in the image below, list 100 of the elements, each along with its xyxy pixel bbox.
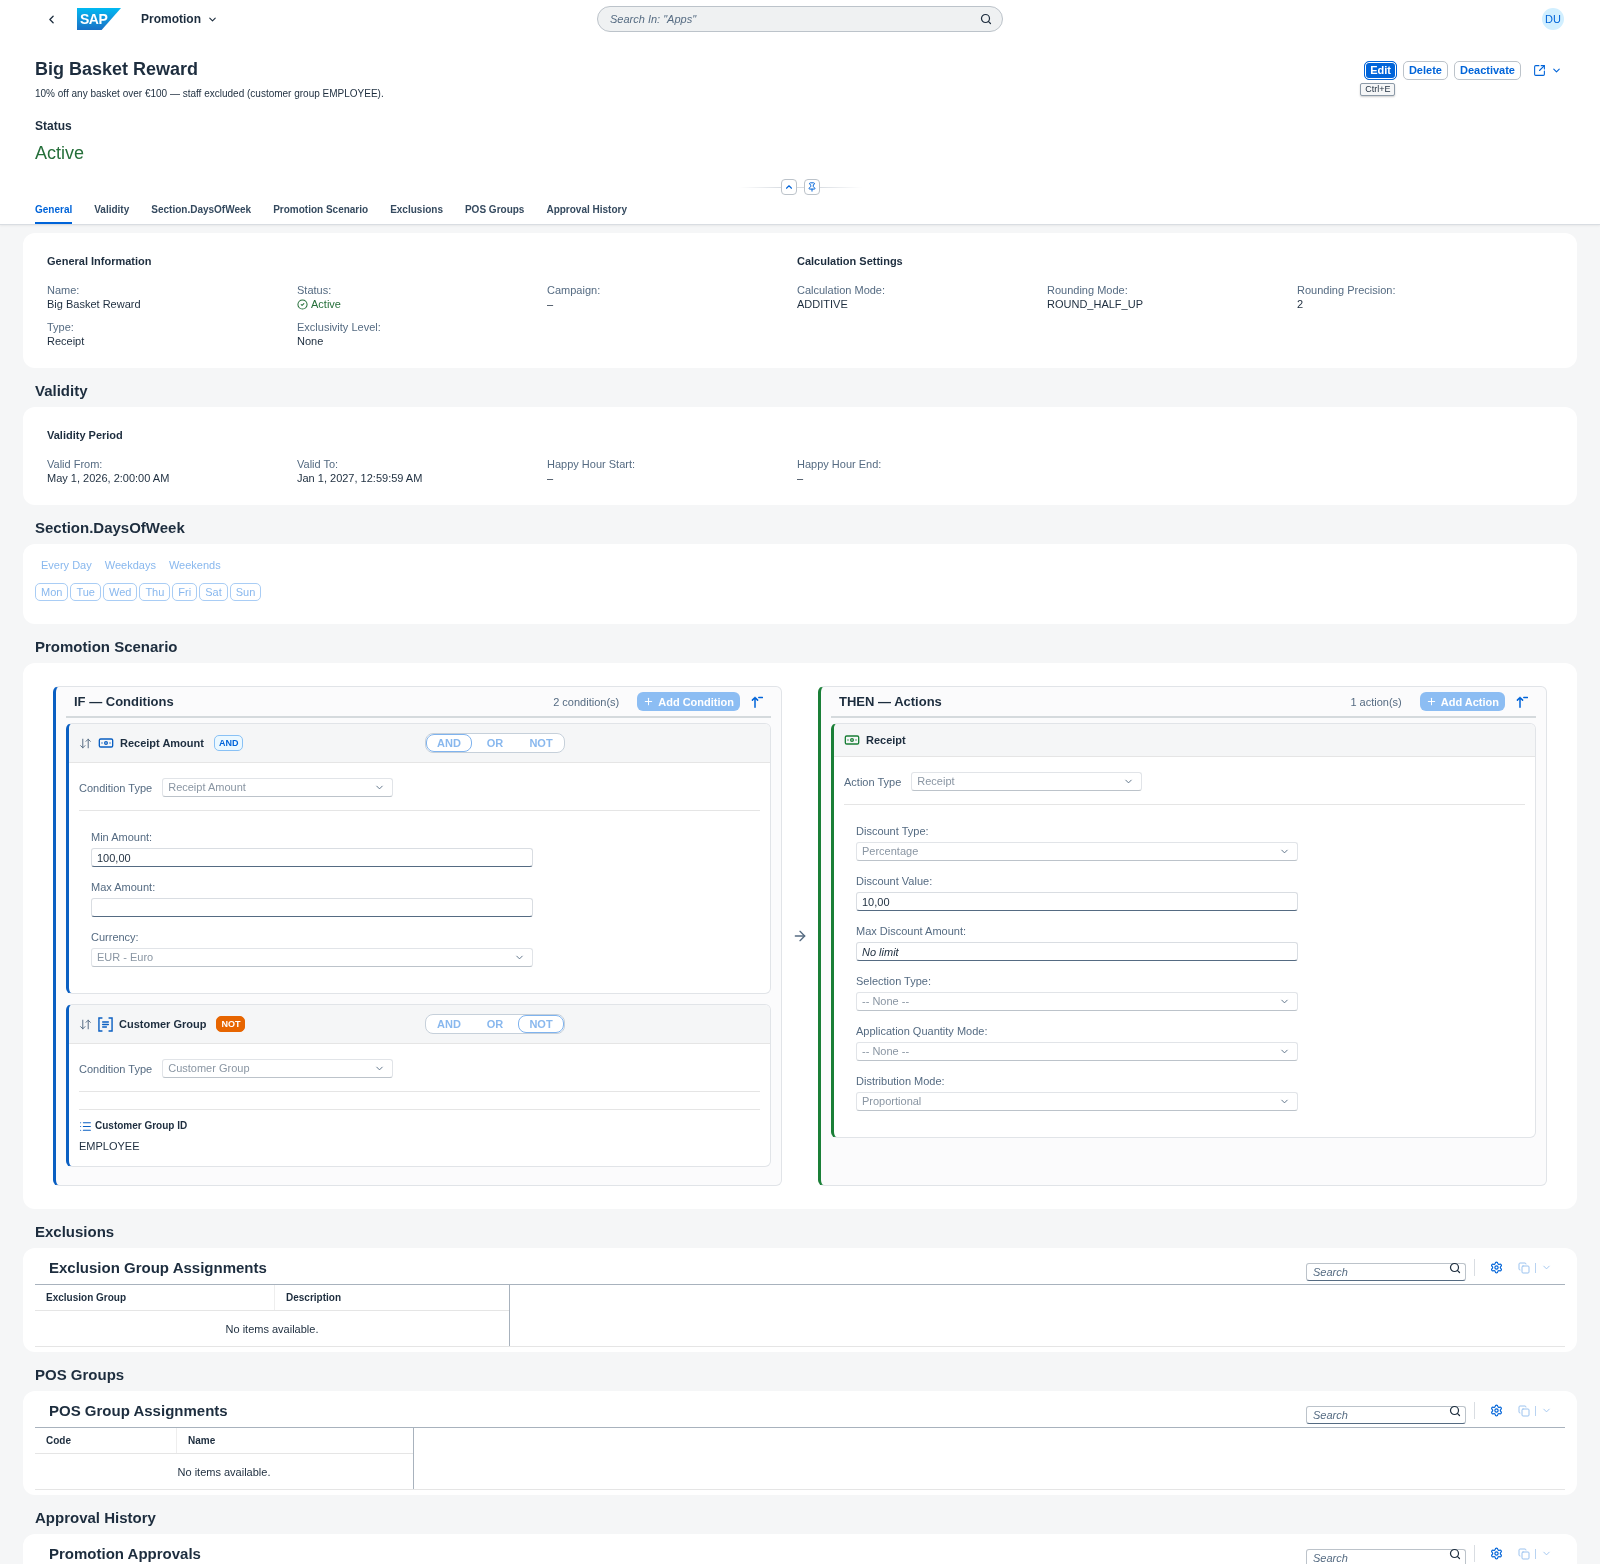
action-button[interactable]: Edit xyxy=(1364,61,1397,80)
day-toggle[interactable]: Tue xyxy=(70,583,101,601)
banknote-icon xyxy=(844,732,860,748)
field-value: ROUND_HALF_UP xyxy=(1047,297,1143,312)
preset-link[interactable]: Every Day xyxy=(35,557,98,573)
text-input[interactable]: No limit xyxy=(856,942,1298,961)
count-text: 2 condition(s) xyxy=(553,694,620,709)
chevron-down-icon xyxy=(1551,65,1562,76)
field-value: 2 xyxy=(1297,297,1304,312)
field-label: Exclusivity Level: xyxy=(297,320,381,334)
empty-table-text: No items available. xyxy=(177,1464,271,1479)
tab[interactable]: General xyxy=(35,195,73,224)
add-button[interactable]: Add Action xyxy=(1419,692,1505,711)
field-label: Happy Hour End: xyxy=(797,457,882,471)
tab[interactable]: Exclusions xyxy=(390,195,443,224)
table-search-field[interactable]: Search xyxy=(1306,1548,1466,1564)
detail-value: EMPLOYEE xyxy=(79,1139,140,1153)
field-label: Status: xyxy=(297,283,332,297)
arrow-up-icon[interactable] xyxy=(751,695,763,708)
check-circle-icon xyxy=(297,299,308,310)
banknote-icon xyxy=(98,735,114,751)
field-label: Happy Hour Start: xyxy=(547,457,636,471)
section-heading: Promotion Scenario xyxy=(35,637,178,657)
sort-icon[interactable] xyxy=(79,1017,92,1031)
settings-icon[interactable] xyxy=(1490,1261,1503,1274)
search-field[interactable]: Search In: "Apps" xyxy=(597,6,1003,32)
field-label: Campaign: xyxy=(547,283,601,297)
day-toggle[interactable]: Sat xyxy=(199,583,228,601)
action-button[interactable]: Deactivate xyxy=(1453,61,1521,80)
app-menu-button[interactable]: Promotion xyxy=(141,11,218,27)
arrow-up-icon[interactable] xyxy=(1516,695,1528,708)
operator-badge: NOT xyxy=(216,1016,246,1032)
field-value: – xyxy=(797,471,804,486)
tab[interactable]: Promotion Scenario xyxy=(273,195,369,224)
operator-option[interactable]: NOT xyxy=(518,734,564,752)
status-value: Active xyxy=(35,142,85,164)
operator-option[interactable]: OR xyxy=(472,1015,518,1033)
day-toggle[interactable]: Fri xyxy=(172,583,198,601)
search-icon[interactable] xyxy=(1449,1261,1461,1274)
add-button[interactable]: Add Condition xyxy=(637,692,740,711)
preset-link[interactable]: Weekdays xyxy=(98,557,162,573)
card-title: Receipt Amount xyxy=(120,736,204,750)
logo[interactable]: SAP xyxy=(77,8,121,30)
settings-icon[interactable] xyxy=(1490,1547,1503,1560)
avatar[interactable]: DU xyxy=(1542,8,1564,30)
search-icon[interactable] xyxy=(1449,1404,1461,1417)
text-input[interactable] xyxy=(91,898,533,917)
tab[interactable]: Approval History xyxy=(546,195,627,224)
sort-icon[interactable] xyxy=(79,736,92,750)
type-label: Condition Type xyxy=(79,780,153,795)
preset-link[interactable]: Weekends xyxy=(162,557,227,573)
column-header: Description xyxy=(286,1290,341,1305)
type-label: Condition Type xyxy=(79,1061,153,1076)
field-value: Receipt xyxy=(47,334,85,349)
column-header: Exclusion Group xyxy=(46,1290,126,1305)
panel-title: IF — Conditions xyxy=(74,693,174,710)
field-value: May 1, 2026, 2:00:00 AM xyxy=(47,471,170,486)
action-button[interactable]: Delete xyxy=(1402,61,1448,80)
settings-icon[interactable] xyxy=(1490,1404,1503,1417)
empty-table-text: No items available. xyxy=(225,1321,319,1336)
tab[interactable]: Validity xyxy=(94,195,130,224)
section-heading: Exclusions xyxy=(35,1222,115,1242)
tab[interactable]: Section.DaysOfWeek xyxy=(151,195,252,224)
pin-header-button[interactable] xyxy=(803,179,820,195)
card-title: Customer Group xyxy=(119,1017,207,1031)
operator-option[interactable]: OR xyxy=(472,734,518,752)
column-header: Name xyxy=(188,1433,216,1448)
operator-option[interactable]: AND xyxy=(426,1015,472,1033)
text-input[interactable]: 100,00 xyxy=(91,848,533,867)
table-search-field[interactable]: Search xyxy=(1306,1262,1466,1281)
field-label: Selection Type: xyxy=(856,974,931,988)
table-title: Exclusion Group Assignments xyxy=(49,1258,267,1277)
section-heading: POS Groups xyxy=(35,1365,125,1385)
operator-option[interactable]: AND xyxy=(426,734,472,752)
group-title: Validity Period xyxy=(47,428,123,442)
count-text: 1 action(s) xyxy=(1350,694,1402,709)
collapse-header-button[interactable] xyxy=(780,179,797,195)
bracket-list-icon xyxy=(98,1016,113,1032)
day-toggle[interactable]: Wed xyxy=(102,583,138,601)
field-label: Discount Value: xyxy=(856,874,933,888)
text-input[interactable]: 10,00 xyxy=(856,892,1298,911)
pin-icon xyxy=(806,182,817,192)
day-toggle[interactable]: Sun xyxy=(229,583,262,601)
status-text: Active xyxy=(311,297,341,312)
field-label: Distribution Mode: xyxy=(856,1074,945,1088)
operator-option[interactable]: NOT xyxy=(518,1015,564,1033)
day-toggle[interactable]: Mon xyxy=(35,583,69,601)
field-value: ADDITIVE xyxy=(797,297,848,312)
search-icon[interactable] xyxy=(1449,1547,1461,1560)
day-toggle[interactable]: Thu xyxy=(139,583,171,601)
field-value: Jan 1, 2027, 12:59:59 AM xyxy=(297,471,423,486)
search-icon[interactable] xyxy=(980,13,992,25)
table-search-field[interactable]: Search xyxy=(1306,1405,1466,1424)
field-value: Big Basket Reward xyxy=(47,297,141,312)
group-title: General Information xyxy=(47,254,152,268)
tab[interactable]: POS Groups xyxy=(464,195,525,224)
card-title: Receipt xyxy=(866,733,906,747)
field-label: Valid From: xyxy=(47,457,103,471)
field-label: Max Amount: xyxy=(91,880,156,894)
field-value: – xyxy=(547,471,554,486)
